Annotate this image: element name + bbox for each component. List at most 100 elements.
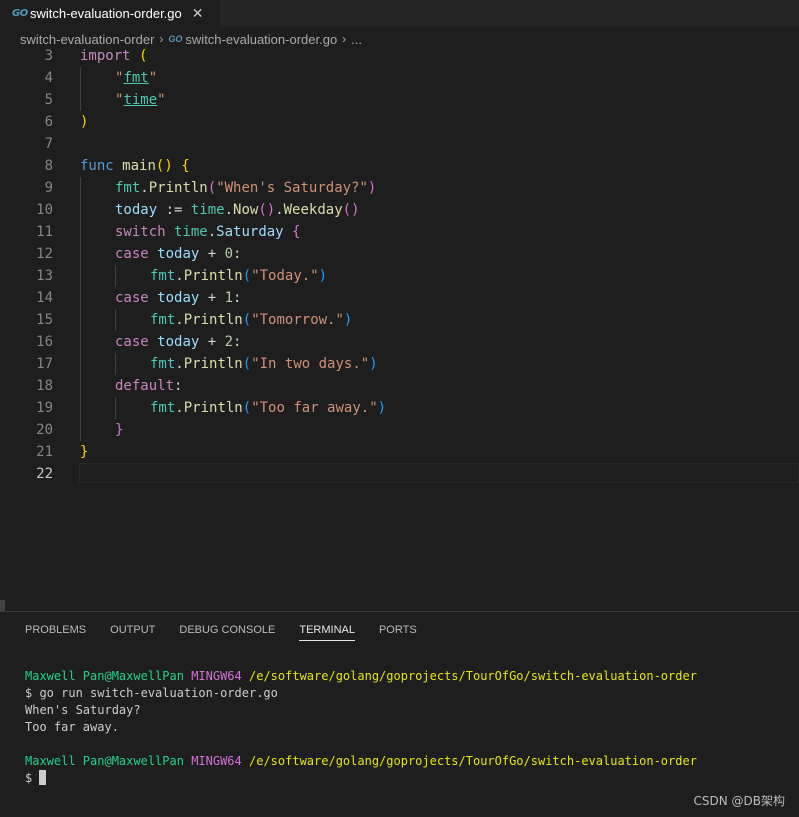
indent-guide (115, 353, 116, 375)
code-text: } (115, 422, 124, 438)
indent-guide (80, 67, 81, 89)
indent-guide (80, 243, 81, 265)
tab-problems[interactable]: PROBLEMS (25, 624, 86, 641)
code-text: fmt.Println("When's Saturday?") (115, 180, 377, 196)
tab-debug-console[interactable]: DEBUG CONSOLE (179, 624, 275, 641)
indent-guide (80, 353, 81, 375)
chevron-right-icon: › (342, 32, 347, 46)
editor-tab-bar: GO switch-evaluation-order.go ✕ (0, 0, 799, 27)
line-number: 22 (36, 466, 53, 482)
code-editor[interactable]: 3 import ( 4 "fmt" 5 "time" 6 ) 7 8 func… (0, 45, 799, 611)
code-text: fmt.Println("In two days.") (150, 356, 378, 372)
code-text: switch time.Saturday { (115, 224, 301, 240)
code-line: 11 switch time.Saturday { (0, 221, 799, 243)
indent-guide (80, 397, 81, 419)
prompt-env: MINGW64 (191, 669, 242, 683)
go-file-icon: GO (168, 34, 183, 44)
code-line: 8 func main() { (0, 155, 799, 177)
line-number: 21 (36, 444, 53, 460)
indent-guide (80, 375, 81, 397)
code-text: default: (115, 378, 183, 394)
line-number: 6 (44, 114, 53, 130)
terminal-cursor (39, 770, 47, 785)
code-line: 4 "fmt" (0, 67, 799, 89)
line-number: 7 (44, 136, 53, 152)
code-line-active[interactable]: 22 (0, 463, 799, 485)
file-tab[interactable]: GO switch-evaluation-order.go ✕ (0, 0, 220, 27)
indent-guide (80, 177, 81, 199)
code-text: } (80, 444, 89, 460)
code-text: case today + 0: (115, 246, 242, 262)
code-line: 13 fmt.Println("Today.") (0, 265, 799, 287)
line-number: 12 (36, 246, 53, 262)
indent-guide (80, 287, 81, 309)
code-line: 17 fmt.Println("In two days.") (0, 353, 799, 375)
current-line-highlight (79, 463, 799, 483)
line-number: 11 (36, 224, 53, 240)
line-number: 13 (36, 268, 53, 284)
prompt-symbol: $ (25, 771, 40, 785)
terminal-command: $ go run switch-evaluation-order.go (25, 686, 278, 700)
code-text: func main() { (80, 158, 190, 174)
bottom-panel: PROBLEMS OUTPUT DEBUG CONSOLE TERMINAL P… (0, 611, 799, 817)
code-line: 20 } (0, 419, 799, 441)
terminal-output-line: When's Saturday? (25, 703, 141, 717)
code-line: 18 default: (0, 375, 799, 397)
code-text: "time" (115, 92, 166, 108)
code-text: case today + 2: (115, 334, 242, 350)
prompt-path: /e/software/golang/goprojects/TourOfGo/s… (249, 754, 697, 768)
prompt-env: MINGW64 (191, 754, 242, 768)
code-text: today := time.Now().Weekday() (115, 202, 360, 218)
line-number: 4 (44, 70, 53, 86)
terminal-output[interactable]: Maxwell Pan@MaxwellPan MINGW64 /e/softwa… (25, 668, 697, 787)
close-icon[interactable]: ✕ (192, 6, 204, 22)
prompt-user: Maxwell Pan@MaxwellPan (25, 669, 184, 683)
tab-ports[interactable]: PORTS (379, 624, 417, 641)
panel-tabs: PROBLEMS OUTPUT DEBUG CONSOLE TERMINAL P… (25, 624, 441, 641)
watermark: CSDN @DB架构 (693, 794, 785, 808)
terminal-output-line: Too far away. (25, 720, 119, 734)
prompt-path: /e/software/golang/goprojects/TourOfGo/s… (249, 669, 697, 683)
code-line: 7 (0, 133, 799, 155)
file-tab-label: switch-evaluation-order.go (30, 6, 182, 21)
code-text: "fmt" (115, 70, 158, 86)
code-text: import ( (80, 48, 148, 64)
go-file-icon: GO (12, 8, 28, 19)
indent-guide (80, 199, 81, 221)
code-line: 9 fmt.Println("When's Saturday?") (0, 177, 799, 199)
indent-guide (80, 221, 81, 243)
line-number: 20 (36, 422, 53, 438)
indent-guide (115, 309, 116, 331)
code-text: fmt.Println("Tomorrow.") (150, 312, 353, 328)
code-line: 3 import ( (0, 45, 799, 67)
code-line: 12 case today + 0: (0, 243, 799, 265)
line-number: 3 (44, 48, 53, 64)
indent-guide (80, 89, 81, 111)
line-number: 15 (36, 312, 53, 328)
code-text: ) (80, 114, 89, 130)
code-text: fmt.Println("Today.") (150, 268, 328, 284)
code-line: 15 fmt.Println("Tomorrow.") (0, 309, 799, 331)
line-number: 10 (36, 202, 53, 218)
code-line: 5 "time" (0, 89, 799, 111)
code-text: fmt.Println("Too far away.") (150, 400, 387, 416)
line-number: 14 (36, 290, 53, 306)
indent-guide (115, 265, 116, 287)
line-number: 18 (36, 378, 53, 394)
code-line: 19 fmt.Println("Too far away.") (0, 397, 799, 419)
line-number: 16 (36, 334, 53, 350)
code-text: case today + 1: (115, 290, 242, 306)
indent-guide (115, 397, 116, 419)
tab-output[interactable]: OUTPUT (110, 624, 155, 641)
scrollbar-marker[interactable] (0, 600, 5, 611)
prompt-user: Maxwell Pan@MaxwellPan (25, 754, 184, 768)
line-number: 9 (44, 180, 53, 196)
tab-terminal[interactable]: TERMINAL (299, 624, 355, 641)
code-line: 10 today := time.Now().Weekday() (0, 199, 799, 221)
indent-guide (80, 309, 81, 331)
line-number: 17 (36, 356, 53, 372)
chevron-right-icon: › (159, 32, 164, 46)
code-line: 6 ) (0, 111, 799, 133)
code-line: 16 case today + 2: (0, 331, 799, 353)
code-line: 14 case today + 1: (0, 287, 799, 309)
